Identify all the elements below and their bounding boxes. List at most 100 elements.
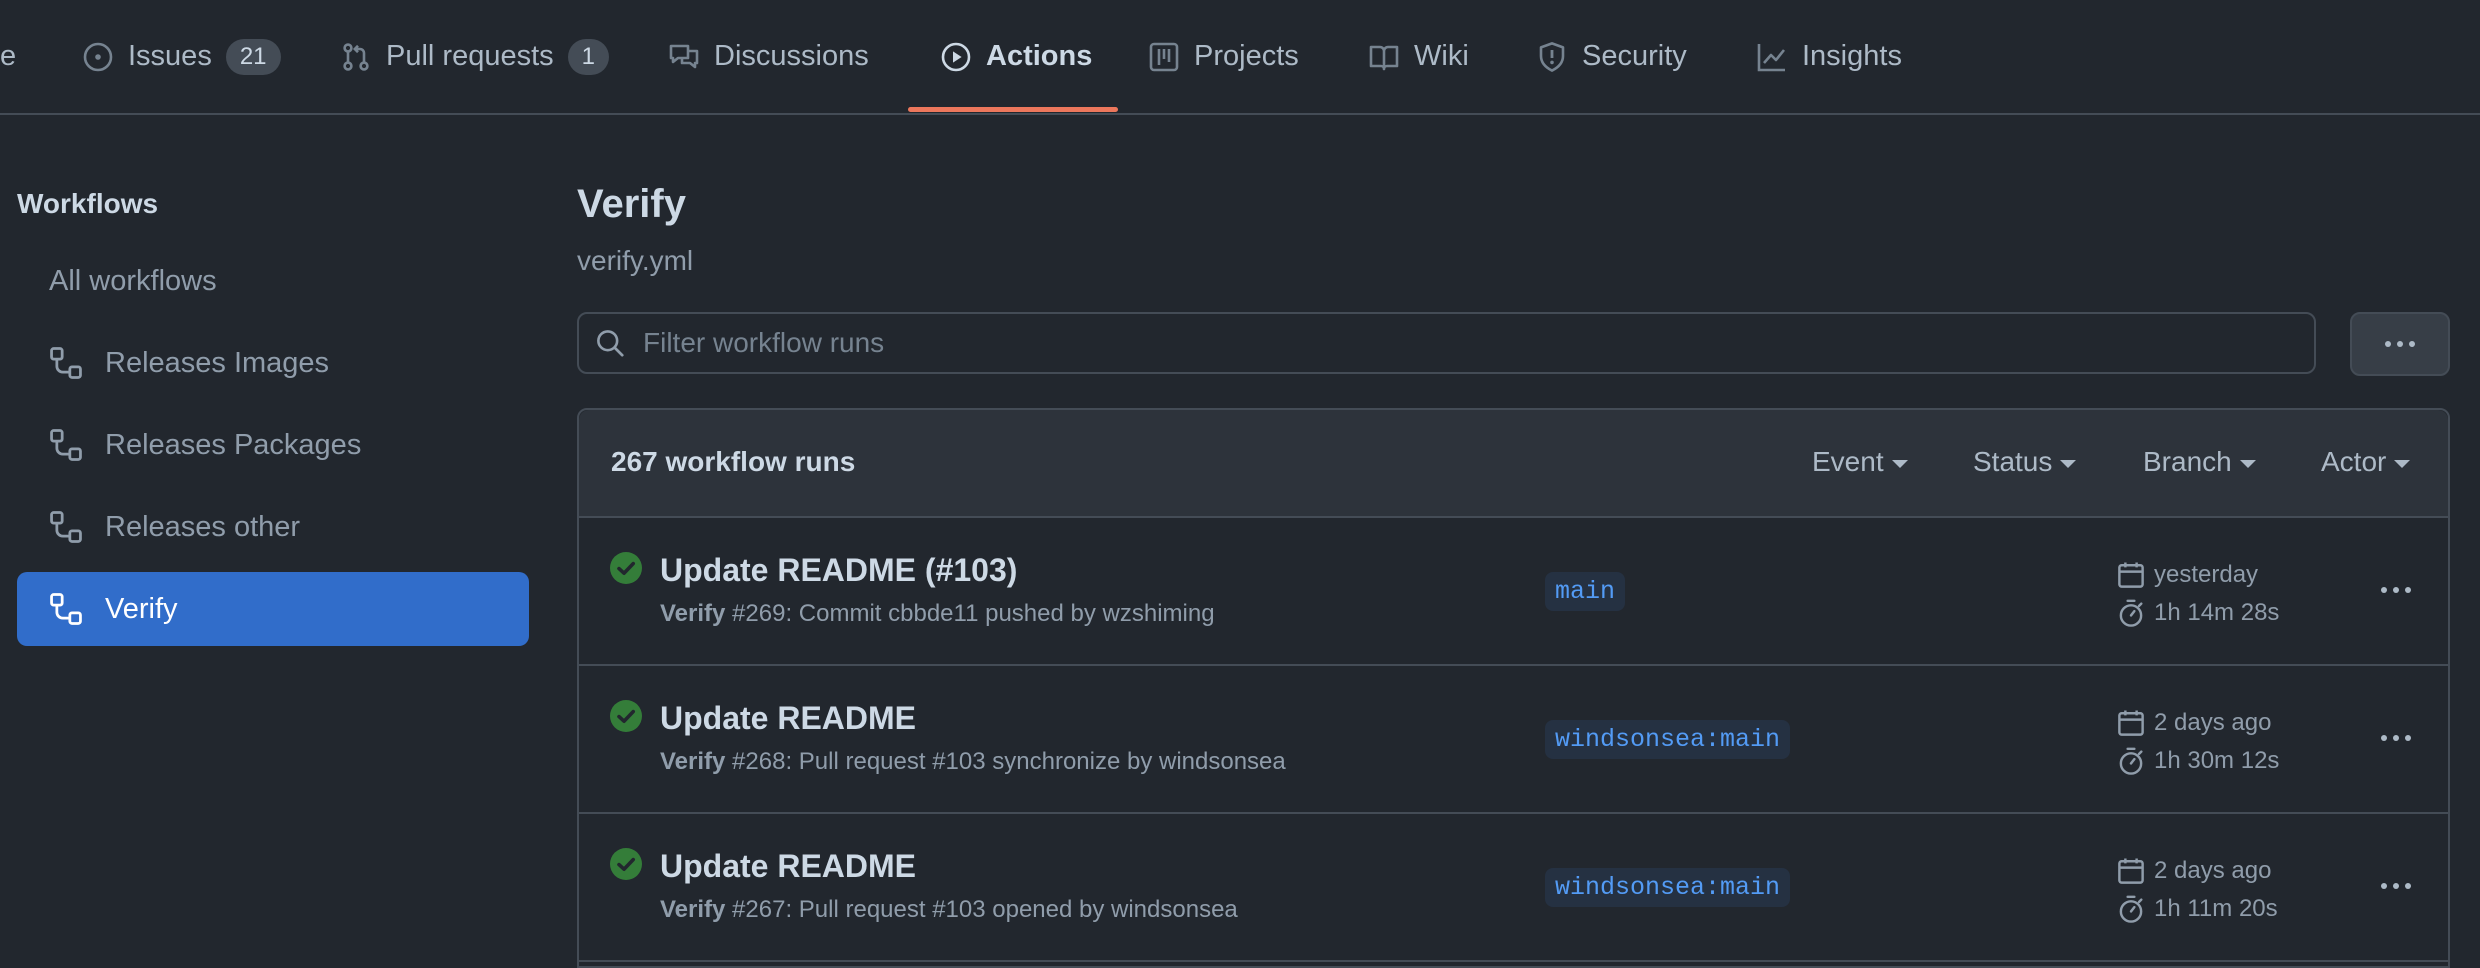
branch-label[interactable]: main (1545, 572, 1626, 611)
kebab-horizontal-icon (2381, 883, 2411, 889)
tab-security-label: Security (1582, 40, 1687, 72)
shield-icon (1539, 41, 1565, 72)
tab-security[interactable]: Security (1536, 0, 1687, 113)
table-icon (1149, 42, 1179, 71)
sidebar-item-label: Releases Images (105, 346, 330, 379)
filter-runs-input[interactable] (641, 326, 2245, 360)
branch-label[interactable]: windsonsea:main (1545, 720, 1791, 759)
repo-nav: e Issues 21 Pull requests 1 Discussions … (0, 0, 2480, 115)
tab-pull-requests-label: Pull requests (386, 40, 554, 72)
filter-runs-field[interactable] (577, 312, 2316, 374)
run-duration: 1h 30m 12s (2154, 747, 2280, 774)
tab-actions[interactable]: Actions (940, 0, 1092, 113)
triangle-down-icon (2239, 460, 2256, 468)
sidebar-item-verify[interactable]: Verify (17, 572, 529, 646)
tab-projects-label: Projects (1194, 40, 1299, 72)
git-pull-request-icon (343, 42, 369, 71)
tab-actions-label: Actions (986, 40, 1093, 72)
run-detail: #267: Pull request #103 opened by windso… (725, 896, 1238, 923)
tab-issues[interactable]: Issues 21 (82, 0, 281, 113)
pulls-counter: 1 (567, 38, 610, 75)
branch-filter-dropdown[interactable]: Branch (2143, 446, 2256, 478)
runs-header: 267 workflow runs Event Status Branch Ac… (579, 410, 2448, 518)
graph-icon (1757, 43, 1786, 71)
calendar-icon (2118, 858, 2144, 884)
event-filter-label: Event (1812, 446, 1884, 477)
actor-filter-dropdown[interactable]: Actor (2321, 446, 2411, 478)
run-workflow-name: Verify (660, 748, 726, 775)
status-filter-label: Status (1973, 446, 2053, 477)
run-title-link[interactable]: Update README (660, 848, 916, 885)
kebab-horizontal-icon (2381, 587, 2411, 593)
tab-wiki[interactable]: Wiki (1368, 0, 1469, 113)
run-row: Update README Verify #268: Pull request … (579, 666, 2448, 814)
run-timing: 2 days ago 1h 30m 12s (2116, 704, 2279, 780)
sidebar-item-all-workflows[interactable]: All workflows (17, 244, 529, 318)
kebab-horizontal-icon (2381, 735, 2411, 741)
status-filter-dropdown[interactable]: Status (1973, 446, 2077, 478)
check-circle-fill-icon (610, 700, 642, 732)
sidebar-item-releases-other[interactable]: Releases other (17, 490, 529, 564)
run-options-button[interactable] (2371, 866, 2421, 906)
comment-discussion-icon (669, 44, 699, 68)
book-icon (1369, 45, 1399, 70)
issue-opened-icon (83, 42, 113, 71)
run-title-link[interactable]: Update README (#103) (660, 552, 1017, 589)
run-options-button[interactable] (2371, 718, 2421, 758)
workflow-runs-list: 267 workflow runs Event Status Branch Ac… (577, 408, 2450, 968)
run-row: Update README (#103) Verify #269: Commit… (579, 518, 2448, 666)
tab-discussions-label: Discussions (714, 40, 869, 72)
page-title: Verify (577, 182, 686, 226)
run-meta: Verify #267: Pull request #103 opened by… (660, 896, 1238, 924)
issues-counter: 21 (225, 38, 281, 75)
tab-pull-requests[interactable]: Pull requests 1 (340, 0, 610, 113)
workflow-icon (50, 593, 82, 625)
branch-label[interactable]: windsonsea:main (1545, 868, 1791, 907)
play-icon (941, 42, 971, 71)
run-timing: 2 days ago 1h 11m 20s (2116, 852, 2278, 928)
workflow-options-button[interactable] (2350, 312, 2450, 376)
run-date: 2 days ago (2154, 857, 2272, 884)
run-detail: #268: Pull request #103 synchronize by w… (725, 748, 1286, 775)
sidebar-title: Workflows (17, 188, 159, 219)
stopwatch-icon (2119, 599, 2143, 627)
nav-item-code-truncated[interactable]: e (0, 0, 16, 113)
run-meta: Verify #269: Commit cbbde11 pushed by wz… (660, 600, 1215, 628)
tab-projects[interactable]: Projects (1148, 0, 1299, 113)
tab-discussions[interactable]: Discussions (668, 0, 869, 113)
workflow-icon (50, 347, 82, 379)
stopwatch-icon (2119, 895, 2143, 923)
run-title-link[interactable]: Update README (660, 700, 916, 737)
sidebar-item-label: Verify (105, 592, 178, 625)
sidebar-item-label: Releases Packages (105, 428, 362, 461)
sidebar-item-releases-packages[interactable]: Releases Packages (17, 408, 529, 482)
kebab-horizontal-icon (2385, 341, 2415, 347)
event-filter-dropdown[interactable]: Event (1812, 446, 1908, 478)
run-options-button[interactable] (2371, 570, 2421, 610)
triangle-down-icon (1891, 460, 1908, 468)
run-meta: Verify #268: Pull request #103 synchroni… (660, 748, 1286, 776)
check-circle-fill-icon (610, 552, 642, 584)
check-circle-fill-icon (610, 848, 642, 880)
run-date: 2 days ago (2154, 709, 2272, 736)
run-duration: 1h 14m 28s (2154, 599, 2280, 626)
tab-wiki-label: Wiki (1414, 40, 1469, 72)
triangle-down-icon (2060, 460, 2077, 468)
calendar-icon (2118, 562, 2144, 588)
sidebar-item-releases-images[interactable]: Releases Images (17, 326, 529, 400)
tab-issues-label: Issues (128, 40, 212, 72)
run-workflow-name: Verify (660, 600, 726, 627)
run-workflow-name: Verify (660, 896, 726, 923)
stopwatch-icon (2119, 747, 2143, 775)
workflow-file-link[interactable]: verify.yml (577, 245, 693, 277)
run-detail: #269: Commit cbbde11 pushed by wzshiming (725, 600, 1215, 627)
runs-count: 267 workflow runs (611, 446, 856, 477)
active-tab-underline (908, 107, 1118, 112)
sidebar-item-label: Releases other (105, 510, 301, 543)
actor-filter-label: Actor (2321, 446, 2387, 477)
tab-insights-label: Insights (1802, 40, 1902, 72)
sidebar-item-label: All workflows (49, 264, 217, 297)
search-icon (597, 330, 624, 357)
run-duration: 1h 11m 20s (2154, 895, 2278, 922)
tab-insights[interactable]: Insights (1756, 0, 1902, 113)
